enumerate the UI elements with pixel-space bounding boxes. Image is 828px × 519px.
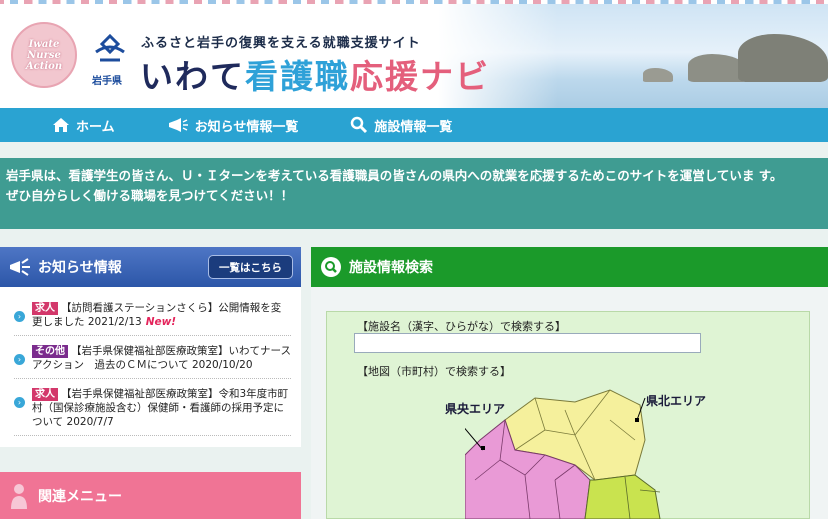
news-item[interactable]: › その他 【岩手県保健福祉部医療政策室】いわてナースアクション 過去のＣＭについ… (14, 344, 291, 379)
home-icon (53, 118, 69, 132)
related-menu-heading: 関連メニュー (38, 488, 122, 505)
nav-facility-list-label: 施設情報一覧 (374, 119, 453, 135)
facility-name-label: 【施設名（漢字、ひらがな）で検索する】 (357, 320, 566, 333)
site-tagline: ふるさと岩手の復興を支える就職支援サイト (141, 36, 421, 51)
news-tag: 求人 (32, 388, 58, 401)
nav-news-list[interactable]: お知らせ情報一覧 (167, 116, 299, 135)
iwate-map (465, 389, 661, 519)
megaphone-icon (168, 118, 188, 132)
facility-name-input[interactable] (354, 333, 701, 353)
megaphone-icon (10, 258, 30, 276)
news-header: お知らせ情報 一覧はこちら (0, 247, 301, 287)
area-label-north[interactable]: 県北エリア (646, 392, 706, 409)
title-part-support: 応援ナビ (350, 57, 490, 96)
nav-facility-list[interactable]: 施設情報一覧 (350, 116, 452, 135)
coastline-photo (438, 4, 828, 108)
news-heading: お知らせ情報 (38, 260, 122, 276)
nav-news-list-label: お知らせ情報一覧 (194, 119, 299, 135)
news-more-label: 一覧はこちら (219, 261, 282, 274)
news-item[interactable]: › 求人 【岩手県保健福祉部医療政策室】令和3年度市町村（国保診療施設含む）保健師… (14, 387, 291, 436)
map-search-label: 【地図（市町村）で検索する】 (357, 365, 511, 378)
arrow-right-icon: › (14, 311, 25, 322)
search-icon (321, 257, 341, 277)
nurse-action-logo[interactable]: Iwate Nurse Action (11, 22, 77, 88)
person-icon (11, 483, 27, 509)
prefecture-emblem-icon (95, 34, 125, 62)
title-part-nursing: 看護職 (245, 57, 350, 96)
facility-search-heading: 施設情報検索 (349, 260, 433, 276)
map-region-coast[interactable] (584, 474, 661, 519)
news-panel: お知らせ情報 一覧はこちら › 求人 【訪問看護ステーションさくら】公開情報を変更… (0, 247, 301, 447)
arrow-right-icon: › (14, 397, 25, 408)
prefecture-name: 岩手県 (92, 76, 122, 87)
search-icon (351, 116, 368, 134)
arrow-right-icon: › (14, 354, 25, 365)
nav-home-label: ホーム (76, 119, 115, 135)
related-menu-header: 関連メニュー (0, 472, 301, 519)
intro-line-1: 岩手県は、看護学生の皆さん、Ｕ・Ｉターンを考えている看護職員の皆さんの県内への就… (6, 168, 783, 183)
news-tag: その他 (32, 345, 68, 358)
area-label-central[interactable]: 県央エリア (445, 400, 505, 417)
news-item[interactable]: › 求人 【訪問看護ステーションさくら】公開情報を変更しました 2021/2/13… (14, 301, 291, 336)
nav-home[interactable]: ホーム (52, 116, 115, 135)
news-list: › 求人 【訪問看護ステーションさくら】公開情報を変更しました 2021/2/13… (0, 287, 301, 436)
news-text: 【岩手県保健福祉部医療政策室】いわてナースアクション 過去のＣＭについて 202… (32, 345, 291, 371)
news-tag: 求人 (32, 302, 58, 315)
intro-line-2: ぜひ自分らしく働ける職場を見つけてください！！ (6, 188, 294, 203)
news-text: 【岩手県保健福祉部医療政策室】令和3年度市町村（国保診療施設含む）保健師・看護師… (32, 388, 289, 428)
news-more-button[interactable]: 一覧はこちら (208, 255, 293, 279)
new-badge: New! (145, 316, 177, 328)
main-nav: ホーム お知らせ情報一覧 施設情報一覧 (0, 108, 828, 142)
intro-message: 岩手県は、看護学生の皆さん、Ｕ・Ｉターンを考えている看護職員の皆さんの県内への就… (0, 158, 828, 229)
title-part-iwate: いわて (140, 57, 245, 96)
site-header: Iwate Nurse Action 岩手県 ふるさと岩手の復興を支える就職支援… (0, 0, 828, 108)
site-title[interactable]: いわて看護職応援ナビ (140, 50, 490, 98)
facility-search-header: 施設情報検索 (311, 247, 828, 287)
